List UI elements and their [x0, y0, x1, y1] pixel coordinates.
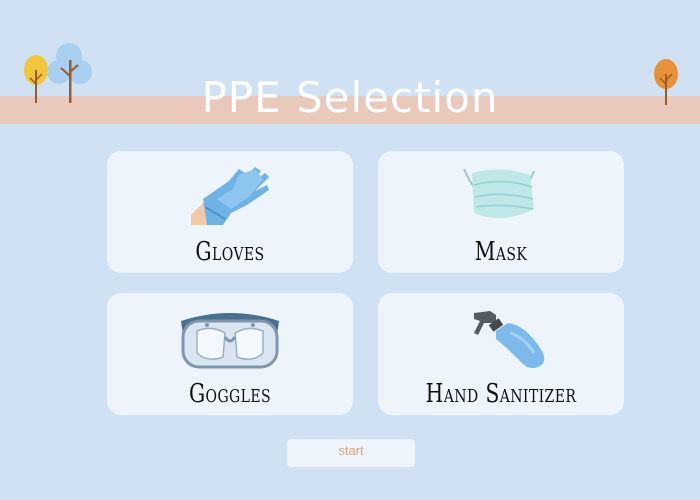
ppe-label-gloves: Gloves — [195, 237, 265, 267]
goggles-icon — [181, 313, 279, 369]
ppe-card-hand-sanitizer[interactable]: Hand Sanitizer — [378, 293, 624, 415]
ppe-label-goggles: Goggles — [188, 379, 272, 409]
gloves-icon — [191, 167, 269, 225]
ppe-label-mask: Mask — [474, 237, 528, 267]
spray-bottle-icon — [474, 311, 545, 369]
ppe-label-hand-sanitizer: Hand Sanitizer — [425, 379, 577, 409]
start-button[interactable]: start — [287, 439, 415, 467]
mask-icon — [463, 168, 535, 219]
ppe-card-gloves[interactable]: Gloves — [107, 151, 353, 273]
ppe-card-mask[interactable]: Mask — [378, 151, 624, 273]
ppe-card-goggles[interactable]: Goggles — [107, 293, 353, 415]
trees-left-icon — [24, 43, 92, 103]
page-title: PPE Selection — [201, 73, 499, 122]
tree-right-icon — [654, 59, 678, 105]
